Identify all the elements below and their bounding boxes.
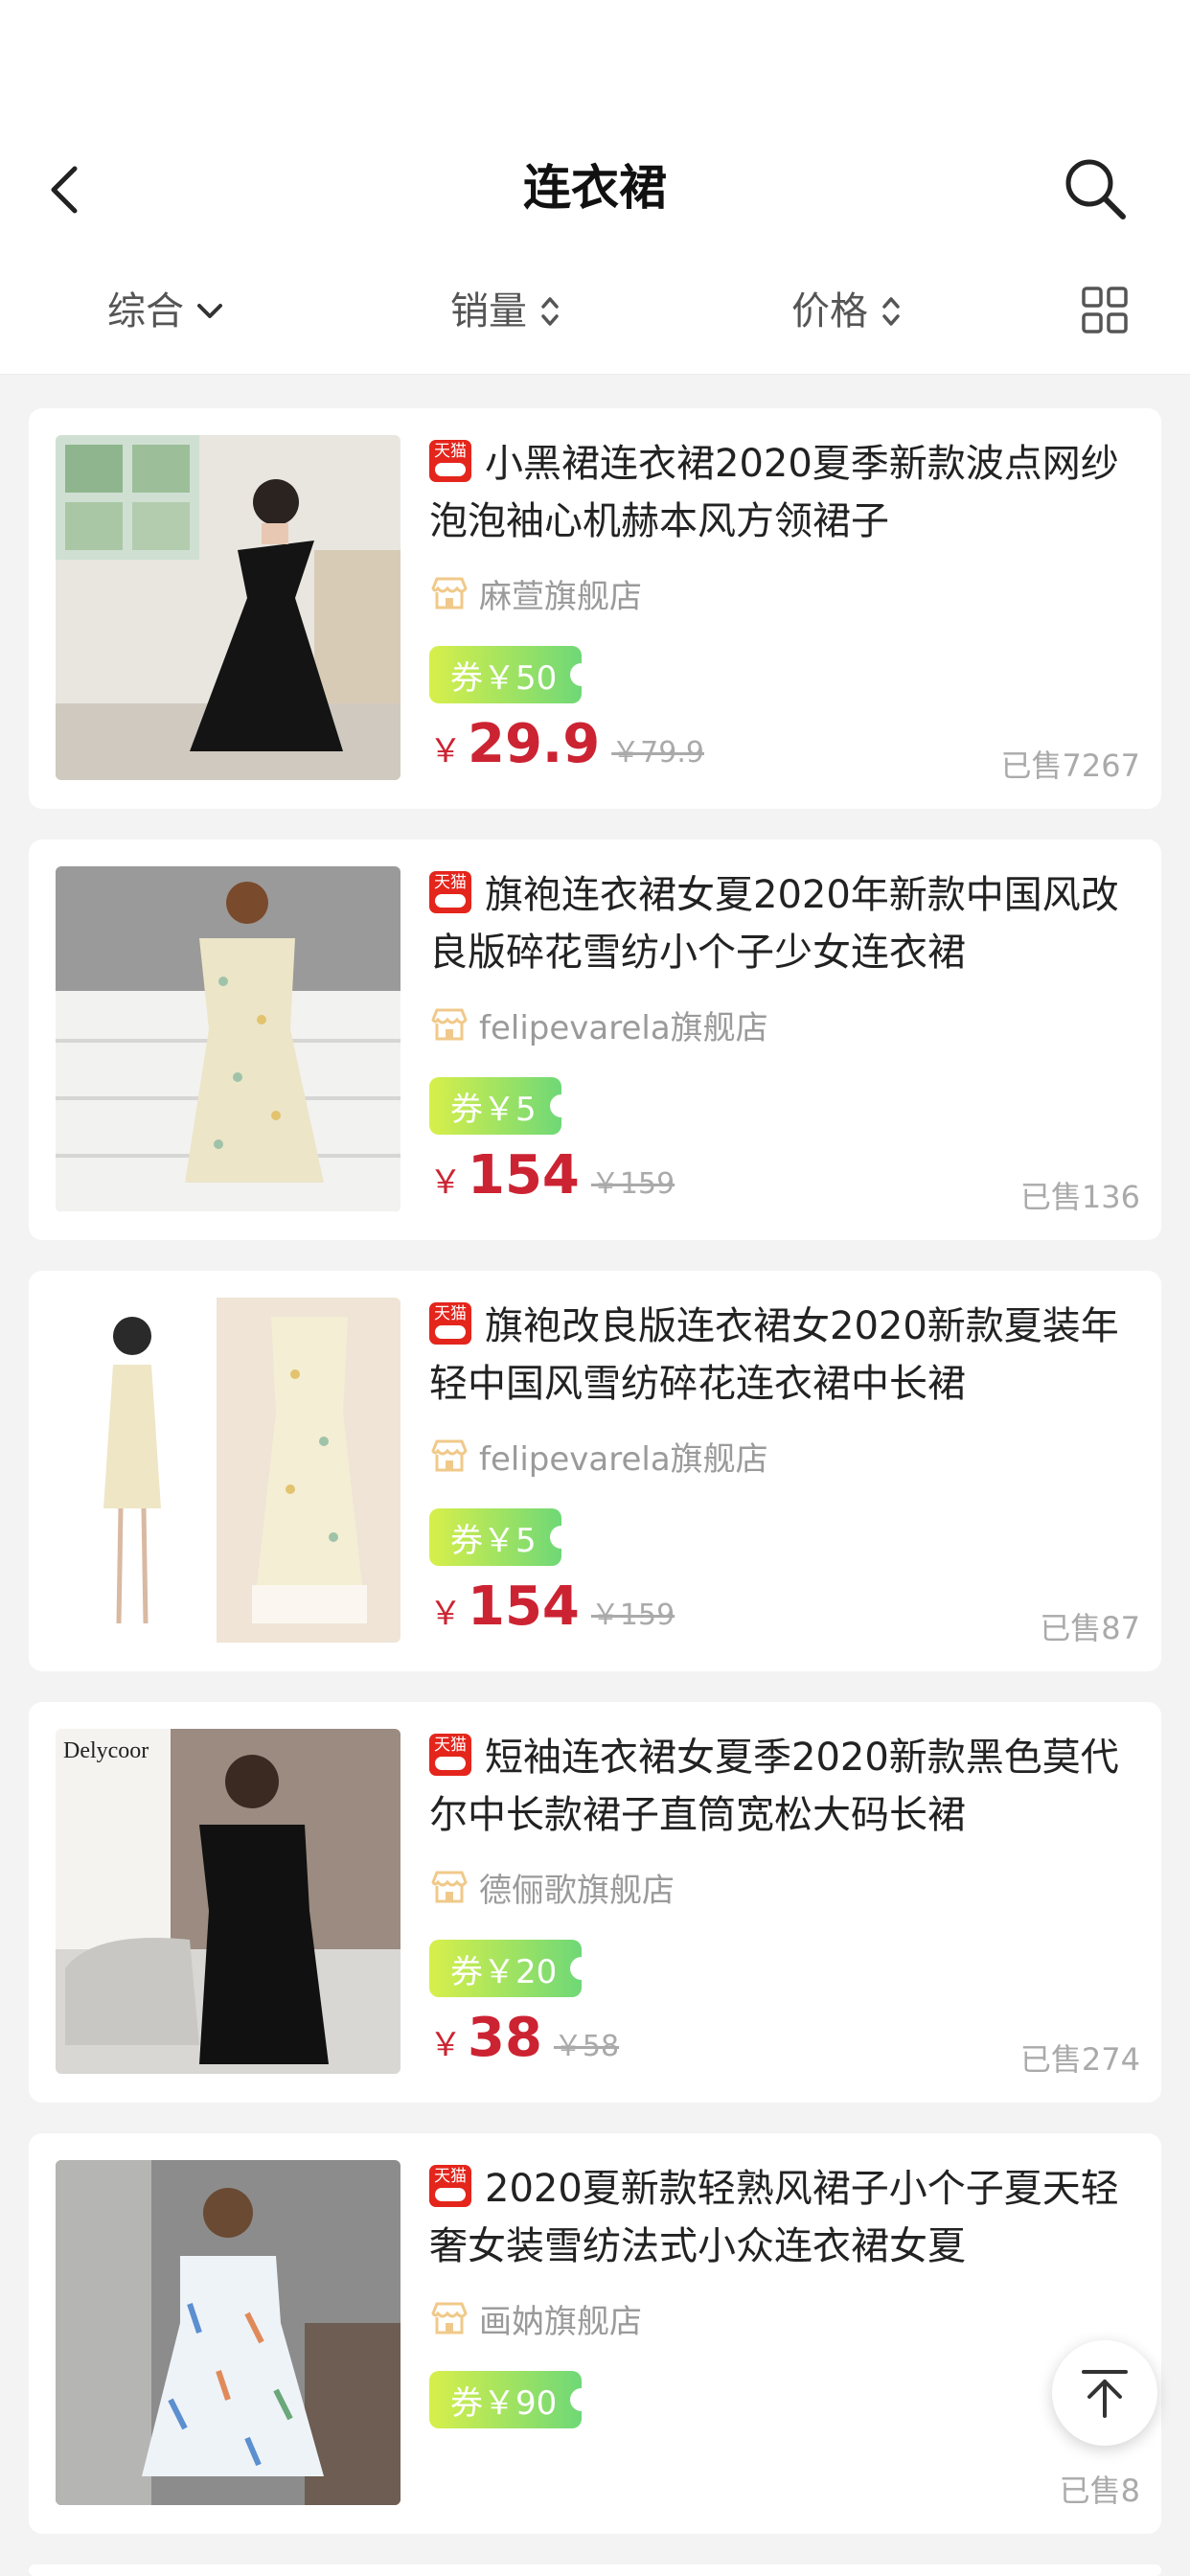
product-card[interactable]: 天猫 旗袍改良版连衣裙女2020新款夏装年轻中国风雪纺碎花连衣裙中长裙 felip… xyxy=(29,1271,1161,1671)
currency-symbol: ￥ xyxy=(429,732,462,770)
product-image[interactable] xyxy=(56,1298,400,1643)
product-card[interactable]: 天猫 2020夏新款轻熟风裙子小个子夏天轻奢女装雪纺法式小众连衣裙女夏 画妠旗舰店… xyxy=(29,2133,1161,2534)
shop-row[interactable]: felipevarela旗舰店 xyxy=(429,1432,768,1480)
current-price: 29.9 xyxy=(468,713,601,775)
product-title[interactable]: 天猫 小黑裙连衣裙2020夏季新款波点网纱泡泡袖心机赫本风方领裙子 xyxy=(429,435,1138,550)
shop-name: felipevarela旗舰店 xyxy=(479,1008,768,1047)
product-title[interactable]: 天猫 旗袍连衣裙女夏2020年新款中国风改良版碎花雪纺小个子少女连衣裙 xyxy=(429,866,1138,981)
currency-symbol: ￥ xyxy=(429,1595,462,1633)
original-price: ￥58 xyxy=(553,2030,620,2063)
sort-filter-bar: 综合 销量 价格 xyxy=(0,254,1190,375)
price-row: ￥ 38 ￥58 xyxy=(429,2007,619,2069)
shop-row[interactable]: 麻萱旗舰店 xyxy=(429,569,642,617)
filter-label: 综合 xyxy=(107,289,184,334)
original-price: ￥159 xyxy=(590,1167,675,1201)
filter-comprehensive[interactable]: 综合 xyxy=(107,283,224,340)
product-card[interactable]: 天猫 小黑裙连衣裙2020夏季新款波点网纱泡泡袖心机赫本风方领裙子 麻萱旗舰店 券… xyxy=(29,408,1161,809)
coupon-badge[interactable]: 券￥90 xyxy=(429,2371,594,2428)
coupon-text: 券￥20 xyxy=(450,1952,558,1991)
shop-row[interactable]: 德俪歌旗舰店 xyxy=(429,1863,675,1911)
search-icon[interactable] xyxy=(1062,155,1129,222)
product-card-partial xyxy=(29,2564,1161,2576)
coupon-badge[interactable]: 券￥50 xyxy=(429,646,594,703)
coupon-text: 券￥5 xyxy=(450,1090,537,1129)
product-title[interactable]: 天猫 短袖连衣裙女夏季2020新款黑色莫代尔中长款裙子直筒宽松大码长裙 xyxy=(429,1729,1138,1844)
currency-symbol: ￥ xyxy=(429,2026,462,2064)
product-card[interactable]: 天猫 旗袍连衣裙女夏2020年新款中国风改良版碎花雪纺小个子少女连衣裙 felip… xyxy=(29,840,1161,1240)
coupon-text: 券￥90 xyxy=(450,2383,558,2423)
tmall-badge: 天猫 xyxy=(429,1734,471,1776)
price-row: ￥ 29.9 ￥79.9 xyxy=(429,713,704,775)
coupon-text: 券￥50 xyxy=(450,658,558,698)
original-price: ￥159 xyxy=(590,1598,675,1632)
coupon-badge[interactable]: 券￥20 xyxy=(429,1940,594,1997)
product-image[interactable] xyxy=(56,866,400,1211)
store-icon xyxy=(431,577,468,610)
product-image[interactable] xyxy=(56,435,400,780)
current-price: 154 xyxy=(468,1576,580,1638)
sold-count: 已售136 xyxy=(1019,1179,1140,1215)
product-title[interactable]: 天猫 2020夏新款轻熟风裙子小个子夏天轻奢女装雪纺法式小众连衣裙女夏 xyxy=(429,2160,1138,2275)
sold-count: 已售7267 xyxy=(1000,748,1140,784)
product-title-text: 旗袍连衣裙女夏2020年新款中国风改良版碎花雪纺小个子少女连衣裙 xyxy=(429,873,1119,975)
price-row: ￥ 154 ￥159 xyxy=(429,1144,675,1207)
current-price: 154 xyxy=(468,1144,580,1207)
shop-name: 画妠旗舰店 xyxy=(479,2302,642,2341)
chevron-down-icon xyxy=(197,304,222,318)
coupon-badge[interactable]: 券￥5 xyxy=(429,1508,573,1566)
shop-row[interactable]: felipevarela旗舰店 xyxy=(429,1000,768,1048)
sort-updown-icon xyxy=(882,297,900,326)
store-icon xyxy=(431,1439,468,1472)
store-icon xyxy=(431,1871,468,1903)
original-price: ￥79.9 xyxy=(611,736,704,770)
grid-icon[interactable] xyxy=(1081,286,1129,335)
price-row: ￥ 154 ￥159 xyxy=(429,1576,675,1638)
tmall-badge: 天猫 xyxy=(429,871,471,913)
product-image[interactable] xyxy=(56,2160,400,2505)
shop-name: 德俪歌旗舰店 xyxy=(479,1871,675,1910)
product-title-text: 旗袍改良版连衣裙女2020新款夏装年轻中国风雪纺碎花连衣裙中长裙 xyxy=(429,1304,1119,1406)
coupon-text: 券￥5 xyxy=(450,1521,537,1560)
shop-row[interactable]: 画妠旗舰店 xyxy=(429,2294,642,2342)
product-title-text: 2020夏新款轻熟风裙子小个子夏天轻奢女装雪纺法式小众连衣裙女夏 xyxy=(429,2167,1119,2268)
sold-count: 已售274 xyxy=(1019,2041,1140,2078)
tmall-badge: 天猫 xyxy=(429,440,471,482)
page-title: 连衣裙 xyxy=(523,160,667,216)
tmall-badge: 天猫 xyxy=(429,2165,471,2207)
image-brand-text: Delycoor xyxy=(63,1738,149,1763)
currency-symbol: ￥ xyxy=(429,1163,462,1202)
product-title-text: 短袖连衣裙女夏季2020新款黑色莫代尔中长款裙子直筒宽松大码长裙 xyxy=(429,1736,1119,1837)
filter-price[interactable]: 价格 xyxy=(791,283,903,340)
filter-label: 价格 xyxy=(791,289,868,334)
current-price: 38 xyxy=(468,2007,542,2069)
arrow-up-to-top-icon xyxy=(1082,2370,1128,2418)
tmall-badge: 天猫 xyxy=(429,1302,471,1345)
shop-name: felipevarela旗舰店 xyxy=(479,1439,768,1479)
coupon-badge[interactable]: 券￥5 xyxy=(429,1077,573,1135)
sold-count: 已售8 xyxy=(1059,2472,1140,2509)
top-navigation-bar: 连衣裙 xyxy=(0,0,1190,254)
store-icon xyxy=(431,2302,468,2334)
product-card[interactable]: Delycoor 天猫 短袖连衣裙女夏季2020新款黑色莫代尔中长款裙子直筒宽松大… xyxy=(29,1702,1161,2103)
sort-updown-icon xyxy=(541,297,559,326)
shop-name: 麻萱旗舰店 xyxy=(479,577,642,616)
filter-sales[interactable]: 销量 xyxy=(450,283,561,340)
back-to-top-button[interactable] xyxy=(1052,2340,1157,2446)
store-icon xyxy=(431,1008,468,1041)
product-image[interactable]: Delycoor xyxy=(56,1729,400,2074)
sold-count: 已售87 xyxy=(1040,1610,1140,1646)
product-title-text: 小黑裙连衣裙2020夏季新款波点网纱泡泡袖心机赫本风方领裙子 xyxy=(429,442,1119,543)
product-title[interactable]: 天猫 旗袍改良版连衣裙女2020新款夏装年轻中国风雪纺碎花连衣裙中长裙 xyxy=(429,1298,1138,1413)
filter-label: 销量 xyxy=(450,289,527,334)
